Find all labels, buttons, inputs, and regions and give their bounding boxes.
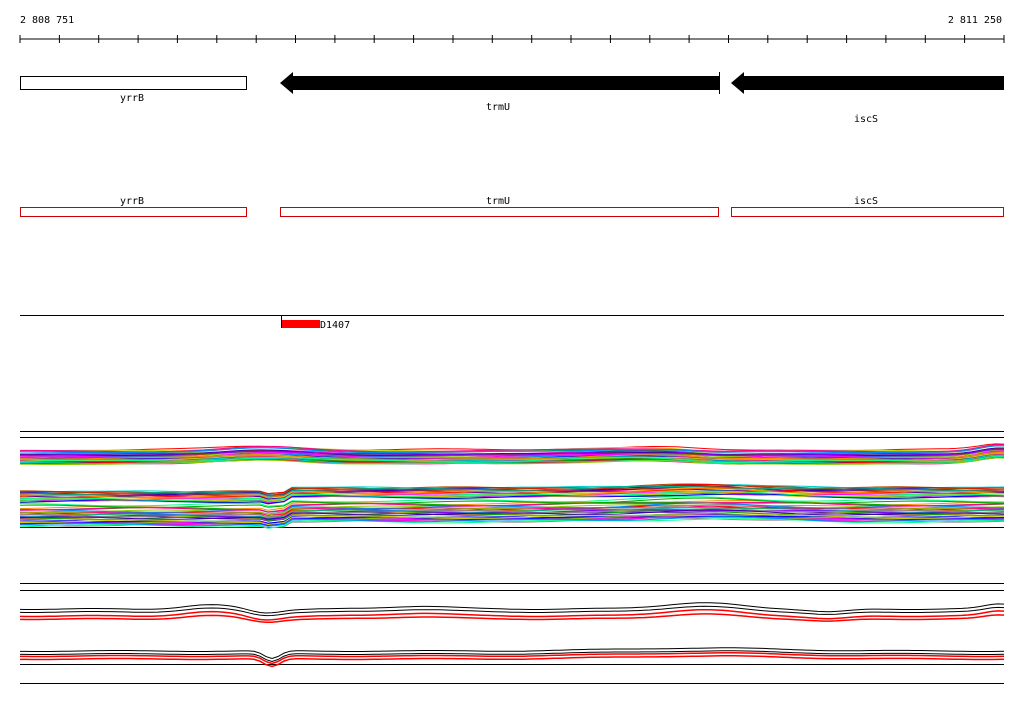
annotation-label: iscS xyxy=(854,196,878,207)
annotation-label: trmU xyxy=(486,196,510,207)
gene-iscS[interactable]: iscS xyxy=(731,72,1004,125)
annotation-box xyxy=(280,207,719,217)
gene-track: yrrB trmU iscS xyxy=(20,72,1004,125)
summary-track xyxy=(19,583,1005,684)
ruler-start-label: 2 808 751 xyxy=(20,15,74,26)
gene-label: yrrB xyxy=(120,93,144,104)
gene-arrow xyxy=(731,72,1004,94)
feature-D1407[interactable] xyxy=(282,320,320,328)
annotation-box xyxy=(731,207,1004,217)
gene-label: iscS xyxy=(854,114,878,125)
genome-browser: 2 808 751 2 811 250 yrrB trmU iscS yrrB … xyxy=(19,15,1005,684)
annotation-trmU[interactable]: trmU xyxy=(280,196,719,217)
ruler-end-label: 2 811 250 xyxy=(948,15,1002,26)
expression-track xyxy=(19,431,1005,529)
gene-label: trmU xyxy=(486,102,510,113)
coordinate-ruler: 2 808 751 2 811 250 xyxy=(19,15,1005,43)
feature-label: D1407 xyxy=(320,320,350,331)
annotation-label: yrrB xyxy=(120,196,144,207)
annotation-track: yrrB trmU iscS xyxy=(20,196,1004,217)
annotation-box xyxy=(20,207,247,217)
gene-box xyxy=(20,76,247,90)
summary-trace xyxy=(19,605,1005,617)
annotation-yrrB[interactable]: yrrB xyxy=(20,196,247,217)
annotation-iscS[interactable]: iscS xyxy=(731,196,1004,217)
gene-trmU[interactable]: trmU xyxy=(280,72,720,113)
feature-track: D1407 xyxy=(20,315,1004,331)
gene-arrow xyxy=(280,72,719,94)
gene-yrrB[interactable]: yrrB xyxy=(20,76,247,105)
